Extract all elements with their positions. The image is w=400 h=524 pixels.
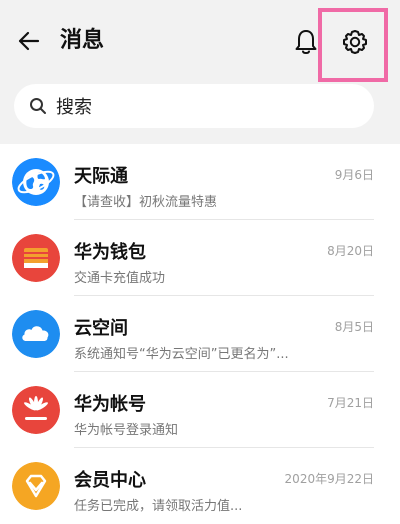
message-preview: 系统通知号“华为云空间”已更名为”... bbox=[74, 347, 289, 362]
diamond-icon bbox=[12, 462, 60, 510]
message-date: 8月5日 bbox=[334, 320, 374, 334]
message-title: 云空间 bbox=[74, 318, 128, 339]
message-title: 会员中心 bbox=[74, 470, 146, 491]
message-preview: 【请查收】初秋流量特惠 bbox=[74, 195, 218, 210]
search-icon bbox=[28, 96, 48, 116]
search-bar[interactable]: 搜索 bbox=[14, 84, 374, 128]
message-title: 天际通 bbox=[74, 166, 128, 187]
message-list: 天际通 【请查收】初秋流量特惠 9月6日 华为钱包 交通卡充值成功 8月20日 … bbox=[0, 144, 400, 524]
message-item-cloud[interactable]: 云空间 系统通知号“华为云空间”已更名为”... 8月5日 bbox=[0, 296, 400, 372]
top-bar: 消息 搜索 bbox=[0, 0, 400, 144]
back-button[interactable] bbox=[12, 24, 46, 58]
message-item-wallet[interactable]: 华为钱包 交通卡充值成功 8月20日 bbox=[0, 220, 400, 296]
message-preview: 任务已完成，请领取活力值... bbox=[74, 499, 243, 514]
globe-icon bbox=[12, 158, 60, 206]
message-preview: 交通卡充值成功 bbox=[74, 271, 166, 286]
message-title: 华为钱包 bbox=[74, 242, 146, 263]
message-preview: 华为帐号登录通知 bbox=[74, 423, 179, 438]
page-title: 消息 bbox=[60, 28, 105, 53]
settings-icon bbox=[343, 30, 367, 54]
settings-button[interactable] bbox=[337, 24, 373, 60]
cloud-icon bbox=[12, 310, 60, 358]
huawei-logo-icon bbox=[12, 386, 60, 434]
message-item-account[interactable]: 华为帐号 华为帐号登录通知 7月21日 bbox=[0, 372, 400, 448]
message-date: 8月20日 bbox=[327, 244, 374, 258]
bell-icon bbox=[295, 30, 317, 54]
message-item-skylink[interactable]: 天际通 【请查收】初秋流量特惠 9月6日 bbox=[0, 144, 400, 220]
wallet-icon bbox=[12, 234, 60, 282]
search-placeholder: 搜索 bbox=[56, 97, 92, 118]
message-date: 9月6日 bbox=[334, 168, 374, 182]
back-arrow-icon bbox=[18, 31, 40, 51]
message-date: 2020年9月22日 bbox=[284, 472, 374, 486]
message-title: 华为帐号 bbox=[74, 394, 146, 415]
message-item-membership[interactable]: 会员中心 任务已完成，请领取活力值... 2020年9月22日 bbox=[0, 448, 400, 524]
message-date: 7月21日 bbox=[327, 396, 374, 410]
